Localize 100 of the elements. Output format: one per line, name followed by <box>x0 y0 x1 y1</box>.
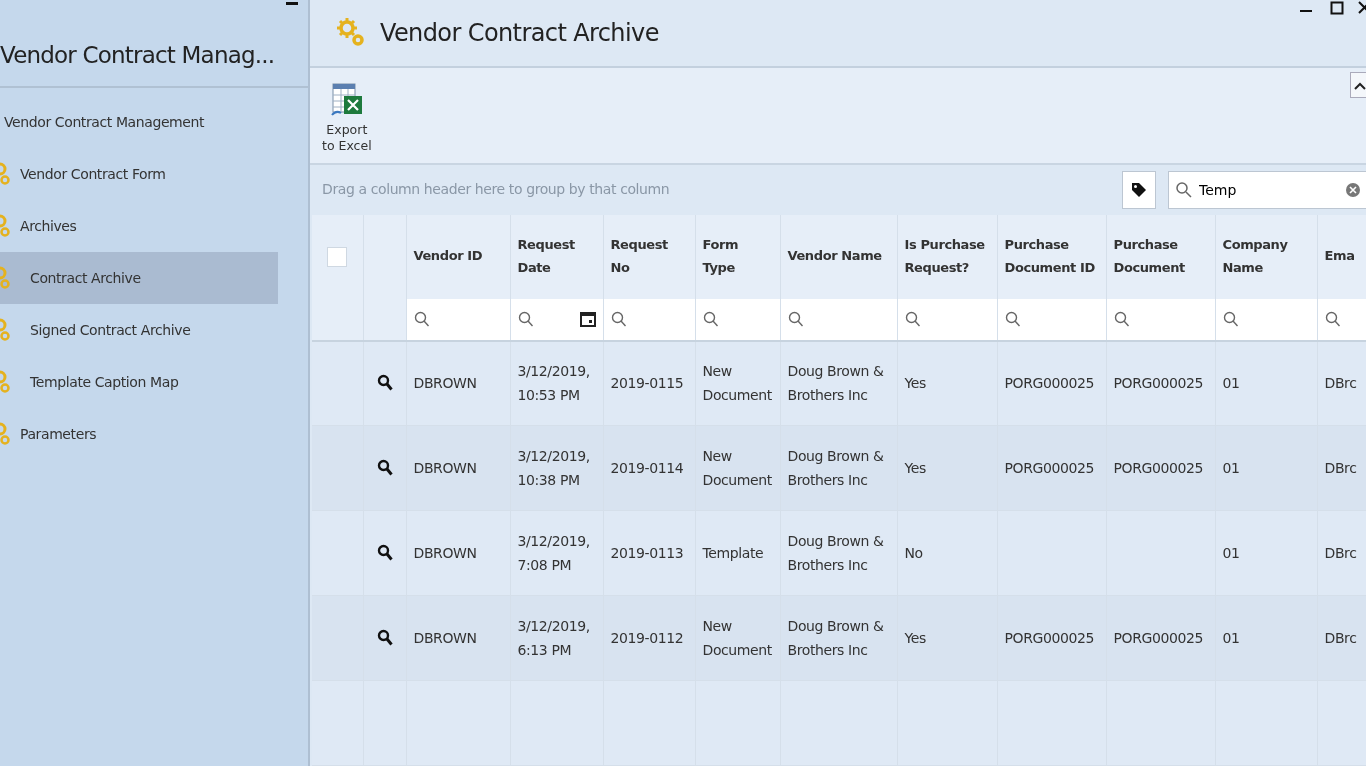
table-cell: Yes <box>904 375 926 391</box>
column-header[interactable]: Ema <box>1317 214 1366 299</box>
maximize-icon <box>1330 1 1344 15</box>
collapse-ribbon-button[interactable] <box>1350 72 1366 98</box>
table-cell: PORG000025 <box>1004 629 1094 646</box>
table-cell: PORG000025 <box>1004 375 1094 391</box>
column-header[interactable]: Company Name <box>1215 214 1317 299</box>
search-icon[interactable] <box>376 629 393 647</box>
gear-icon <box>0 421 10 447</box>
search-icon <box>413 310 430 328</box>
table-cell: 2019-0113 <box>610 544 684 561</box>
column-header[interactable]: Form Type <box>695 214 780 299</box>
column-header[interactable]: Vendor Name <box>780 214 897 299</box>
nav-item[interactable]: Vendor Contract Management <box>0 96 278 148</box>
page-title: Vendor Contract Archive <box>380 18 659 49</box>
calendar-icon[interactable] <box>579 311 596 327</box>
nav-item[interactable]: Template Caption Map <box>0 356 278 408</box>
filter-cell[interactable] <box>1317 298 1366 341</box>
close-button[interactable] <box>1358 0 1366 15</box>
gear-icon <box>0 317 10 343</box>
select-all-checkbox[interactable] <box>327 246 348 267</box>
tag-button[interactable] <box>1122 170 1156 209</box>
search-icon[interactable] <box>376 459 393 477</box>
minimize-icon <box>286 2 298 5</box>
search-icon <box>1113 310 1130 328</box>
table-cell: New Document <box>702 447 772 488</box>
table-cell: Doug Brown & Brothers Inc <box>787 617 884 658</box>
table-cell: No <box>904 544 923 561</box>
table-cell: DBROWN <box>413 459 477 476</box>
table-cell: 3/12/2019, 10:53 PM <box>517 362 590 404</box>
minimize-icon <box>1300 9 1312 12</box>
search-icon <box>517 310 534 328</box>
filter-cell[interactable] <box>406 298 510 341</box>
filter-cell[interactable] <box>780 298 897 341</box>
table-cell: 3/12/2019, 10:38 PM <box>517 447 590 488</box>
table-cell: 2019-0114 <box>610 459 684 476</box>
filter-cell[interactable] <box>510 298 603 341</box>
filter-cell[interactable] <box>1106 298 1215 341</box>
nav-item[interactable]: Signed Contract Archive <box>0 304 278 356</box>
search-icon <box>610 310 627 328</box>
table-cell: DBROWN <box>413 544 477 561</box>
nav-item[interactable]: Archives <box>0 200 278 252</box>
nav-item[interactable]: Contract Archive <box>0 252 278 304</box>
table-cell: 3/12/2019, 7:08 PM <box>517 532 590 573</box>
search-field[interactable]: Temp <box>1168 170 1366 209</box>
search-icon[interactable] <box>376 374 393 393</box>
table-cell: PORG000025 <box>1113 375 1203 391</box>
search-icon <box>904 310 921 328</box>
gear-icon <box>0 265 10 291</box>
group-panel-hint: Drag a column header here to group by that column <box>322 180 671 200</box>
table-cell: 2019-0112 <box>610 629 684 646</box>
column-header[interactable]: Purchase Document <box>1106 214 1215 299</box>
app-title: Vendor Contract Manag... <box>0 40 275 70</box>
table-cell: DBROWN <box>413 629 477 646</box>
filter-cell[interactable] <box>897 298 997 341</box>
table-cell: Yes <box>904 629 926 646</box>
table-cell: 3/12/2019, 6:13 PM <box>517 617 590 658</box>
table-cell: PORG000025 <box>1113 459 1203 476</box>
table-cell: Template <box>702 544 764 561</box>
table-cell: DBrc <box>1324 629 1357 646</box>
search-icon[interactable] <box>376 544 393 562</box>
table-cell: 01 <box>1222 629 1240 646</box>
column-header[interactable]: Request No <box>603 214 695 299</box>
column-header[interactable]: Vendor ID <box>406 214 510 299</box>
table-cell: Doug Brown & Brothers Inc <box>787 532 884 573</box>
filter-cell[interactable] <box>603 298 695 341</box>
filter-cell[interactable] <box>1215 298 1317 341</box>
table-cell: Yes <box>904 459 926 476</box>
table-cell: DBrc <box>1324 544 1357 561</box>
table-cell: New Document <box>702 362 772 404</box>
table-cell: New Document <box>702 617 772 658</box>
nav-item[interactable]: Vendor Contract Form <box>0 148 278 200</box>
gears-icon <box>336 17 366 49</box>
filter-cell[interactable] <box>695 298 780 341</box>
table-cell: PORG000025 <box>1004 459 1094 476</box>
gear-icon <box>0 213 10 239</box>
close-icon <box>1358 1 1366 15</box>
gear-icon <box>0 369 10 395</box>
table-cell: DBROWN <box>413 375 477 391</box>
table-cell: 01 <box>1222 544 1240 561</box>
search-icon <box>702 310 719 328</box>
table-cell: Doug Brown & Brothers Inc <box>787 447 884 488</box>
table-cell: 01 <box>1222 459 1240 476</box>
search-icon <box>1175 180 1193 199</box>
gear-icon <box>0 161 10 187</box>
column-header[interactable]: Purchase Document ID <box>997 214 1106 299</box>
search-icon <box>1222 310 1239 328</box>
table-cell: 2019-0115 <box>610 375 684 391</box>
chevron-up-icon <box>1354 80 1366 91</box>
table-cell: DBrc <box>1324 459 1357 476</box>
column-header[interactable]: Request Date <box>510 214 603 299</box>
column-header[interactable]: Is Purchase Request? <box>897 214 997 299</box>
table-cell: 01 <box>1222 375 1240 391</box>
clear-icon[interactable] <box>1345 181 1361 198</box>
nav-item[interactable]: Parameters <box>0 408 278 460</box>
export-to-excel-button[interactable]: Export to Excel <box>322 82 372 155</box>
search-icon <box>1324 310 1341 328</box>
filter-cell[interactable] <box>997 298 1106 341</box>
table-cell: DBrc <box>1324 375 1357 391</box>
table-cell: PORG000025 <box>1113 629 1203 646</box>
